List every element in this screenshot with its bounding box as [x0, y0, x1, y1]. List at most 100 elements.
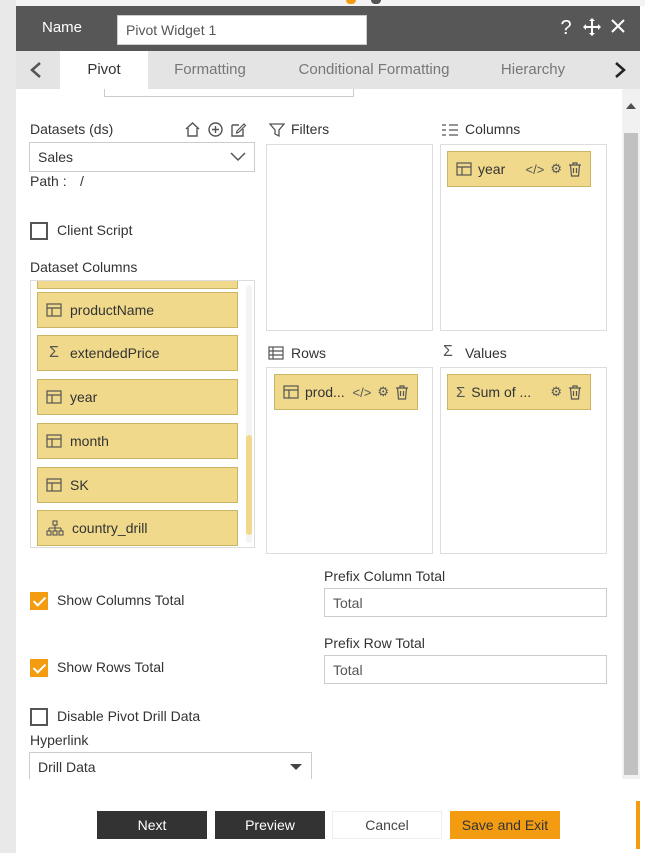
column-item-year[interactable]: year [37, 379, 238, 415]
rows-icon [268, 346, 284, 360]
edit-icon[interactable] [230, 121, 247, 142]
filter-icon [269, 123, 285, 138]
prefix-column-total-input[interactable]: Total [324, 588, 607, 617]
show-columns-total-checkbox[interactable] [30, 592, 48, 610]
preview-button[interactable]: Preview [215, 811, 325, 839]
gear-icon[interactable]: ⚙ [377, 384, 389, 400]
column-item-label: SK [70, 477, 89, 493]
sigma-icon: Σ [443, 343, 453, 360]
pivot-widget-dialog: Name ? Pivot Formatting Conditional Form… [16, 6, 640, 853]
background-left-strip [0, 0, 16, 853]
column-item-country-drill[interactable]: country_drill [37, 510, 238, 546]
chevron-down-icon [230, 152, 246, 162]
columns-drop-zone[interactable]: year </> ⚙ [440, 144, 607, 331]
sigma-icon: Σ [456, 383, 466, 401]
show-rows-total-checkbox[interactable] [30, 659, 48, 677]
trash-icon[interactable] [395, 384, 409, 400]
move-icon[interactable] [582, 17, 602, 42]
hyperlink-label: Hyperlink [30, 732, 89, 748]
tab-bar: Pivot Formatting Conditional Formatting … [16, 51, 640, 89]
trash-icon[interactable] [568, 384, 582, 400]
hyperlink-select-value: Drill Data [38, 759, 96, 775]
values-chip-sum[interactable]: Σ Sum of ... ⚙ [447, 374, 591, 410]
rows-drop-zone[interactable]: prod... </> ⚙ [266, 367, 433, 554]
chip-label: year [478, 161, 506, 177]
table-icon [46, 478, 62, 492]
chip-label: Sum of ... [471, 384, 532, 400]
disable-pivot-drill-label: Disable Pivot Drill Data [57, 708, 201, 724]
tab-scroll-right-icon[interactable] [600, 51, 640, 89]
tab-hierarchy[interactable]: Hierarchy [486, 51, 580, 89]
background-accent-strip [636, 801, 640, 849]
save-and-exit-button[interactable]: Save and Exit [450, 811, 560, 839]
filters-drop-zone[interactable] [266, 144, 433, 331]
tab-formatting[interactable]: Formatting [156, 51, 264, 89]
column-item-label: productName [70, 302, 155, 318]
content-scrollbar[interactable] [622, 89, 640, 799]
table-icon [46, 390, 62, 404]
table-icon [46, 303, 62, 317]
caret-down-icon [290, 764, 302, 770]
code-icon[interactable]: </> [353, 385, 372, 400]
disable-pivot-drill-checkbox[interactable] [30, 708, 48, 726]
scroll-up-icon[interactable] [626, 103, 636, 109]
column-item-label: year [70, 389, 98, 405]
tab-conditional-formatting[interactable]: Conditional Formatting [284, 51, 464, 89]
close-icon[interactable] [608, 17, 628, 42]
show-columns-total-label: Show Columns Total [57, 592, 185, 608]
dialog-header: Name ? [16, 6, 640, 51]
dialog-footer: Next Preview Cancel Save and Exit [16, 779, 640, 853]
show-rows-total-label: Show Rows Total [57, 659, 165, 675]
column-item-extendedprice[interactable]: Σ extendedPrice [37, 335, 238, 371]
filters-label: Filters [291, 121, 330, 137]
path-value: / [80, 173, 84, 189]
tab-scroll-left-icon[interactable] [16, 51, 56, 89]
tab-pivot[interactable]: Pivot [60, 51, 148, 89]
column-item-label: month [70, 433, 109, 449]
chip-label: prod... [305, 384, 345, 400]
columns-chip-year[interactable]: year </> ⚙ [447, 151, 591, 187]
background-indicator [371, 0, 381, 4]
client-script-label: Client Script [57, 222, 133, 238]
table-icon [283, 385, 299, 399]
table-icon [46, 434, 62, 448]
column-item-sk[interactable]: SK [37, 467, 238, 503]
cancel-button[interactable]: Cancel [332, 811, 442, 839]
list-item[interactable] [37, 281, 238, 289]
rows-label: Rows [291, 345, 327, 361]
sigma-icon: Σ [49, 344, 59, 361]
dataset-columns-label: Dataset Columns [30, 259, 138, 275]
table-icon [456, 162, 472, 176]
prefix-column-total-value: Total [333, 594, 363, 611]
values-label: Values [465, 345, 507, 361]
hyperlink-select[interactable]: Drill Data [29, 752, 312, 779]
content-scroll-thumb[interactable] [624, 133, 638, 775]
header-icons: ? [556, 17, 628, 42]
dataset-select-value: Sales [38, 149, 74, 165]
dataset-select[interactable]: Sales [29, 142, 255, 172]
code-icon[interactable]: </> [526, 162, 545, 177]
prefix-row-total-value: Total [333, 661, 363, 678]
home-icon[interactable] [184, 121, 201, 142]
gear-icon[interactable]: ⚙ [550, 161, 562, 177]
trash-icon[interactable] [568, 161, 582, 177]
partial-type-input[interactable] [104, 89, 354, 97]
background-indicator [346, 0, 356, 4]
add-circle-icon[interactable] [207, 121, 224, 142]
widget-name-input[interactable] [117, 15, 367, 45]
hierarchy-icon [46, 520, 64, 536]
column-item-month[interactable]: month [37, 423, 238, 459]
rows-chip-product[interactable]: prod... </> ⚙ [274, 374, 418, 410]
prefix-row-total-input[interactable]: Total [324, 655, 607, 684]
columns-list-scroll-thumb[interactable] [246, 435, 252, 535]
question-icon[interactable]: ? [556, 17, 576, 42]
gear-icon[interactable]: ⚙ [550, 384, 562, 400]
next-button[interactable]: Next [97, 811, 207, 839]
dataset-columns-list: productName Σ extendedPrice year month S… [30, 280, 255, 548]
values-drop-zone[interactable]: Σ Sum of ... ⚙ [440, 367, 607, 554]
client-script-checkbox[interactable] [30, 222, 48, 240]
column-item-productname[interactable]: productName [37, 292, 238, 328]
pivot-settings-content: Datasets (ds) Sales Path : / Client Scri… [16, 89, 624, 779]
columns-label: Columns [465, 121, 521, 137]
datasets-label: Datasets (ds) [30, 121, 114, 137]
